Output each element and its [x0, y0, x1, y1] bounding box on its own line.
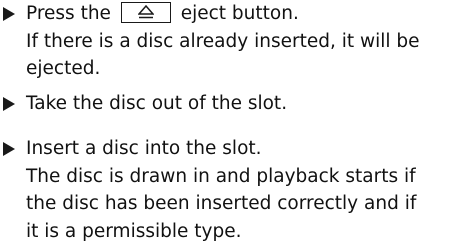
step-result-line: the disc has been inserted correctly and… [26, 193, 417, 214]
step-result-line: ejected. [26, 58, 101, 79]
step-text: Press the eject button. If there is a di… [26, 0, 462, 83]
step-action-text-before: Press the [26, 3, 111, 24]
step-action: Insert a disc into the slot. [26, 138, 262, 159]
step-action-text-after: eject button. [180, 3, 299, 24]
step-result-line: The disc is drawn in and playback starts… [26, 165, 416, 187]
step-text: Take the disc out of the slot. [26, 90, 462, 118]
eject-icon [137, 5, 154, 19]
step-bullet-icon [3, 7, 15, 21]
step-action: Take the disc out of the slot. [26, 93, 288, 114]
instruction-document: Press the eject button. If there is a di… [0, 0, 463, 249]
eject-key [120, 2, 171, 23]
step-result-line: it is a permissible type. [26, 220, 242, 242]
step-action: Press the eject button. [26, 0, 462, 28]
step-bullet-icon [3, 142, 15, 156]
step-bullet-icon [3, 97, 15, 111]
step-text: Insert a disc into the slot. The disc is… [26, 135, 462, 245]
step-result-line: If there is a disc already inserted, it … [26, 30, 420, 52]
